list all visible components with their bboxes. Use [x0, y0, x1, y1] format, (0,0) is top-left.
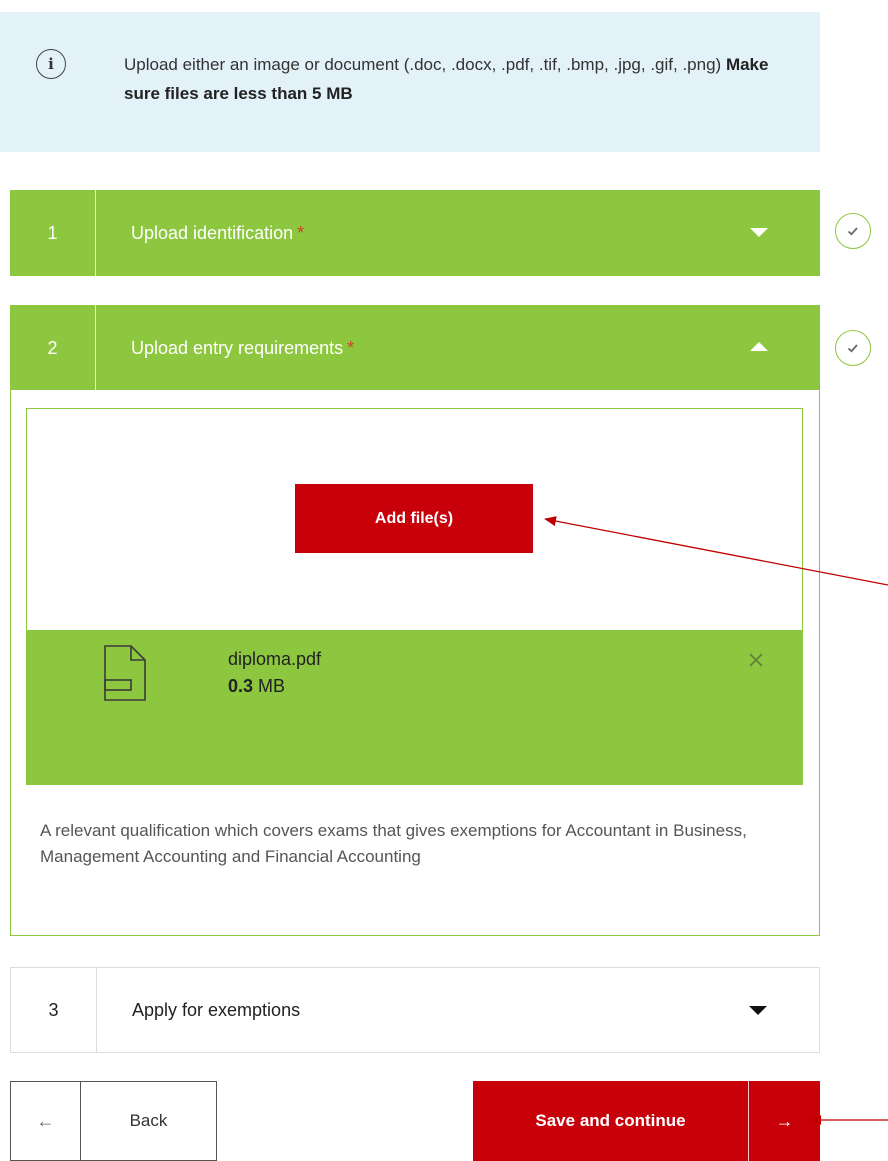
file-name: diploma.pdf [228, 649, 322, 669]
close-icon[interactable] [748, 650, 764, 672]
step-3-header[interactable]: 3 Apply for exemptions [10, 967, 820, 1053]
step-3-number: 3 [11, 968, 97, 1052]
step-3-title: Apply for exemptions [132, 999, 301, 1020]
step-1-title-text: Upload identification [131, 222, 294, 243]
file-size-unit: MB [258, 676, 286, 696]
step-1-title: Upload identification * [131, 190, 304, 276]
file-size: 0.3 MB [228, 676, 285, 697]
chevron-down-icon[interactable] [749, 1006, 767, 1015]
required-mark: * [297, 222, 305, 243]
info-banner: i Upload either an image or document (.d… [0, 12, 820, 152]
info-text-main: Upload either an image or document (.doc… [124, 55, 722, 74]
arrow-right-icon: → [748, 1081, 820, 1161]
step-1-complete-check-icon [835, 213, 871, 249]
save-and-continue-button[interactable]: Save and continue → [473, 1081, 820, 1161]
file-size-value: 0.3 [228, 676, 254, 696]
save-label: Save and continue [535, 1111, 686, 1130]
back-button[interactable]: ← Back [10, 1081, 217, 1161]
arrow-left-icon: ← [11, 1082, 81, 1160]
file-icon [103, 644, 147, 702]
step-2-number: 2 [10, 305, 96, 391]
required-mark: * [347, 337, 355, 358]
requirement-description: A relevant qualification which covers ex… [40, 821, 747, 866]
step-2-title-text: Upload entry requirements [131, 337, 344, 358]
step-2-complete-check-icon [835, 330, 871, 366]
chevron-up-icon[interactable] [750, 342, 768, 351]
add-files-button[interactable]: Add file(s) [295, 484, 533, 553]
step-2-header[interactable]: 2 Upload entry requirements * [10, 305, 820, 391]
step-2-title: Upload entry requirements * [131, 305, 354, 391]
info-icon: i [36, 49, 66, 79]
chevron-down-icon[interactable] [750, 228, 768, 237]
info-text: Upload either an image or document (.doc… [124, 50, 784, 108]
back-label: Back [129, 1111, 168, 1130]
step-1-header[interactable]: 1 Upload identification * [10, 190, 820, 276]
step-1-number: 1 [10, 190, 96, 276]
